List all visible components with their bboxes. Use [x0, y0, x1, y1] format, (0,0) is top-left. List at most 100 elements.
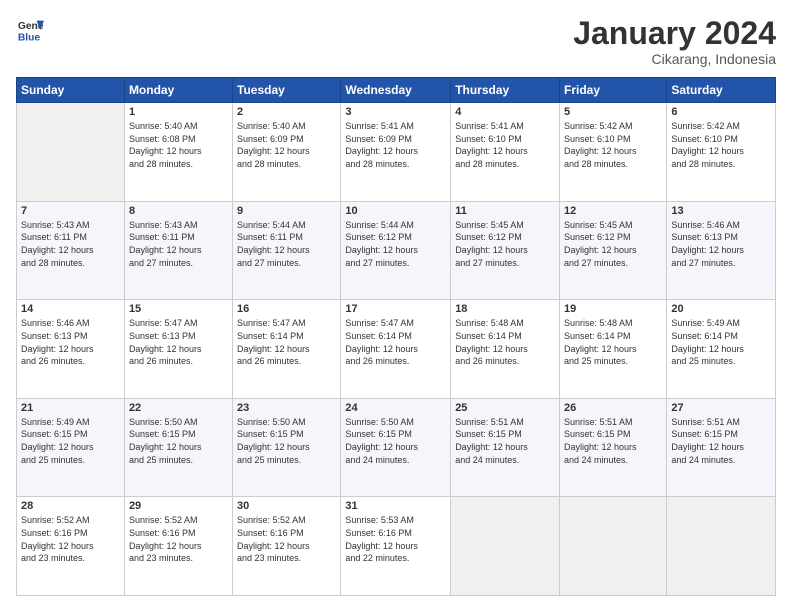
day-info: Sunrise: 5:49 AMSunset: 6:15 PMDaylight:… [21, 416, 120, 466]
calendar-cell: 6Sunrise: 5:42 AMSunset: 6:10 PMDaylight… [667, 103, 776, 202]
calendar-page: General Blue January 2024 Cikarang, Indo… [0, 0, 792, 612]
day-number: 31 [345, 500, 446, 512]
day-number: 29 [129, 500, 228, 512]
weekday-header: Tuesday [233, 78, 341, 103]
calendar-cell: 9Sunrise: 5:44 AMSunset: 6:11 PMDaylight… [233, 201, 341, 300]
day-number: 27 [671, 402, 771, 414]
day-number: 7 [21, 205, 120, 217]
day-number: 15 [129, 303, 228, 315]
calendar-week-row: 14 Sunrise: 5:46 AMSunset: 6:13 PMDayligh… [17, 300, 776, 399]
calendar-cell: 16Sunrise: 5:47 AMSunset: 6:14 PMDayligh… [233, 300, 341, 399]
day-info: Sunrise: 5:49 AMSunset: 6:14 PMDaylight:… [671, 317, 771, 367]
day-number: 25 [455, 402, 555, 414]
day-info: Sunrise: 5:48 AMSunset: 6:14 PMDaylight:… [564, 317, 662, 367]
day-number: 4 [455, 106, 555, 118]
calendar-cell: 13Sunrise: 5:46 AMSunset: 6:13 PMDayligh… [667, 201, 776, 300]
calendar-week-row: 1 Sunrise: 5:40 AMSunset: 6:08 PMDaylight… [17, 103, 776, 202]
logo-icon: General Blue [16, 16, 44, 44]
month-title: January 2024 [573, 16, 776, 51]
weekday-header: Wednesday [341, 78, 451, 103]
calendar-cell: 8 Sunrise: 5:43 AMSunset: 6:11 PMDaylight… [124, 201, 232, 300]
title-area: January 2024 Cikarang, Indonesia [573, 16, 776, 67]
day-info: Sunrise: 5:50 AMSunset: 6:15 PMDaylight:… [345, 416, 446, 466]
day-info: Sunrise: 5:44 AMSunset: 6:11 PMDaylight:… [237, 219, 336, 269]
calendar-cell: 30Sunrise: 5:52 AMSunset: 6:16 PMDayligh… [233, 497, 341, 596]
calendar-cell: 10Sunrise: 5:44 AMSunset: 6:12 PMDayligh… [341, 201, 451, 300]
day-info: Sunrise: 5:40 AMSunset: 6:08 PMDaylight:… [129, 120, 228, 170]
day-number: 18 [455, 303, 555, 315]
day-info: Sunrise: 5:47 AMSunset: 6:14 PMDaylight:… [345, 317, 446, 367]
calendar-cell: 21 Sunrise: 5:49 AMSunset: 6:15 PMDayligh… [17, 398, 125, 497]
calendar-cell: 23 Sunrise: 5:50 AMSunset: 6:15 PMDayligh… [233, 398, 341, 497]
day-info: Sunrise: 5:41 AMSunset: 6:10 PMDaylight:… [455, 120, 555, 170]
calendar-cell [451, 497, 560, 596]
day-number: 12 [564, 205, 662, 217]
day-info: Sunrise: 5:41 AMSunset: 6:09 PMDaylight:… [345, 120, 446, 170]
calendar-cell: 22 Sunrise: 5:50 AMSunset: 6:15 PMDayligh… [124, 398, 232, 497]
day-number: 11 [455, 205, 555, 217]
day-number: 28 [21, 500, 120, 512]
day-number: 24 [345, 402, 446, 414]
calendar-cell: 3 Sunrise: 5:41 AMSunset: 6:09 PMDaylight… [341, 103, 451, 202]
day-info: Sunrise: 5:51 AMSunset: 6:15 PMDaylight:… [671, 416, 771, 466]
day-number: 5 [564, 106, 662, 118]
day-info: Sunrise: 5:52 AMSunset: 6:16 PMDaylight:… [129, 514, 228, 564]
calendar-week-row: 7 Sunrise: 5:43 AMSunset: 6:11 PMDaylight… [17, 201, 776, 300]
day-info: Sunrise: 5:48 AMSunset: 6:14 PMDaylight:… [455, 317, 555, 367]
day-number: 14 [21, 303, 120, 315]
day-info: Sunrise: 5:42 AMSunset: 6:10 PMDaylight:… [564, 120, 662, 170]
calendar-cell [17, 103, 125, 202]
weekday-header-row: SundayMondayTuesdayWednesdayThursdayFrid… [17, 78, 776, 103]
day-info: Sunrise: 5:45 AMSunset: 6:12 PMDaylight:… [455, 219, 555, 269]
calendar-cell: 26 Sunrise: 5:51 AMSunset: 6:15 PMDayligh… [560, 398, 667, 497]
day-info: Sunrise: 5:46 AMSunset: 6:13 PMDaylight:… [21, 317, 120, 367]
weekday-header: Saturday [667, 78, 776, 103]
day-info: Sunrise: 5:46 AMSunset: 6:13 PMDaylight:… [671, 219, 771, 269]
day-number: 17 [345, 303, 446, 315]
weekday-header: Monday [124, 78, 232, 103]
day-info: Sunrise: 5:45 AMSunset: 6:12 PMDaylight:… [564, 219, 662, 269]
day-info: Sunrise: 5:47 AMSunset: 6:13 PMDaylight:… [129, 317, 228, 367]
weekday-header: Sunday [17, 78, 125, 103]
day-number: 23 [237, 402, 336, 414]
calendar-cell: 12 Sunrise: 5:45 AMSunset: 6:12 PMDayligh… [560, 201, 667, 300]
calendar-cell: 29 Sunrise: 5:52 AMSunset: 6:16 PMDayligh… [124, 497, 232, 596]
day-info: Sunrise: 5:47 AMSunset: 6:14 PMDaylight:… [237, 317, 336, 367]
calendar-cell: 15 Sunrise: 5:47 AMSunset: 6:13 PMDayligh… [124, 300, 232, 399]
day-number: 3 [345, 106, 446, 118]
calendar-cell: 27 Sunrise: 5:51 AMSunset: 6:15 PMDayligh… [667, 398, 776, 497]
day-info: Sunrise: 5:50 AMSunset: 6:15 PMDaylight:… [129, 416, 228, 466]
day-info: Sunrise: 5:50 AMSunset: 6:15 PMDaylight:… [237, 416, 336, 466]
day-number: 21 [21, 402, 120, 414]
calendar-week-row: 28 Sunrise: 5:52 AMSunset: 6:16 PMDayligh… [17, 497, 776, 596]
day-number: 22 [129, 402, 228, 414]
day-number: 8 [129, 205, 228, 217]
day-number: 1 [129, 106, 228, 118]
calendar-cell: 14 Sunrise: 5:46 AMSunset: 6:13 PMDayligh… [17, 300, 125, 399]
weekday-header: Thursday [451, 78, 560, 103]
calendar-cell: 17 Sunrise: 5:47 AMSunset: 6:14 PMDayligh… [341, 300, 451, 399]
calendar-cell: 18 Sunrise: 5:48 AMSunset: 6:14 PMDayligh… [451, 300, 560, 399]
calendar-cell: 5 Sunrise: 5:42 AMSunset: 6:10 PMDaylight… [560, 103, 667, 202]
calendar-cell: 24 Sunrise: 5:50 AMSunset: 6:15 PMDayligh… [341, 398, 451, 497]
day-info: Sunrise: 5:51 AMSunset: 6:15 PMDaylight:… [564, 416, 662, 466]
calendar-cell: 31Sunrise: 5:53 AMSunset: 6:16 PMDayligh… [341, 497, 451, 596]
day-number: 2 [237, 106, 336, 118]
calendar-cell: 2Sunrise: 5:40 AMSunset: 6:09 PMDaylight… [233, 103, 341, 202]
calendar-cell [667, 497, 776, 596]
day-info: Sunrise: 5:43 AMSunset: 6:11 PMDaylight:… [129, 219, 228, 269]
day-number: 26 [564, 402, 662, 414]
calendar-cell: 1 Sunrise: 5:40 AMSunset: 6:08 PMDaylight… [124, 103, 232, 202]
weekday-header: Friday [560, 78, 667, 103]
logo: General Blue [16, 16, 44, 44]
calendar-cell: 11 Sunrise: 5:45 AMSunset: 6:12 PMDayligh… [451, 201, 560, 300]
svg-text:Blue: Blue [18, 32, 41, 43]
day-info: Sunrise: 5:44 AMSunset: 6:12 PMDaylight:… [345, 219, 446, 269]
calendar-cell: 4 Sunrise: 5:41 AMSunset: 6:10 PMDaylight… [451, 103, 560, 202]
calendar-cell: 7 Sunrise: 5:43 AMSunset: 6:11 PMDaylight… [17, 201, 125, 300]
day-number: 6 [671, 106, 771, 118]
day-info: Sunrise: 5:43 AMSunset: 6:11 PMDaylight:… [21, 219, 120, 269]
location: Cikarang, Indonesia [573, 51, 776, 67]
calendar-week-row: 21 Sunrise: 5:49 AMSunset: 6:15 PMDayligh… [17, 398, 776, 497]
day-number: 30 [237, 500, 336, 512]
